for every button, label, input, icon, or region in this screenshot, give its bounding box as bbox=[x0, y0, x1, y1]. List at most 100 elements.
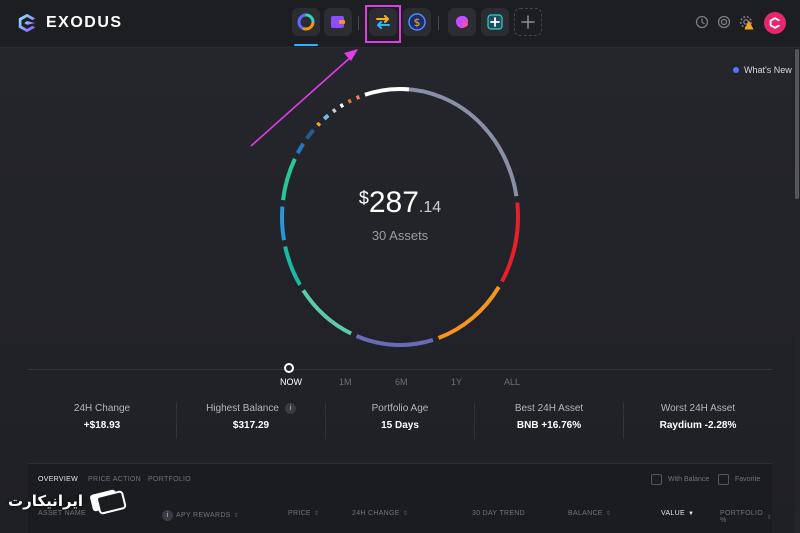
range-1m[interactable]: 1M bbox=[339, 377, 352, 387]
column-apy-rewards[interactable]: i APY REWARDS ⇕ bbox=[162, 510, 239, 521]
whats-new-label: What's New bbox=[744, 65, 792, 75]
range-6m[interactable]: 6M bbox=[395, 377, 408, 387]
sort-icon: ⇕ bbox=[313, 511, 320, 517]
column-30-day-trend: 30 DAY TREND bbox=[472, 510, 525, 517]
donut-segment[interactable] bbox=[437, 285, 501, 340]
balance-integer: 287 bbox=[368, 186, 419, 219]
column-balance[interactable]: BALANCE ⇕ bbox=[568, 510, 611, 517]
app-logo: EXODUS bbox=[16, 12, 123, 34]
nav-portfolio-button[interactable] bbox=[292, 8, 320, 36]
stat-portfolio-age: Portfolio Age 15 Days bbox=[326, 403, 474, 439]
profile-avatar-icon[interactable] bbox=[764, 12, 786, 34]
balance-timeline bbox=[28, 369, 772, 370]
portfolio-balance: $287.14 bbox=[300, 186, 500, 220]
history-icon[interactable] bbox=[694, 14, 710, 30]
warning-icon bbox=[744, 20, 754, 30]
plus-icon bbox=[521, 15, 535, 29]
donut-segment[interactable] bbox=[355, 334, 434, 347]
donut-segment[interactable] bbox=[316, 121, 322, 127]
sort-icon: ⇕ bbox=[402, 511, 409, 517]
stat-24h-change: 24H Change +$18.93 bbox=[28, 403, 176, 439]
timeline-marker[interactable] bbox=[284, 363, 294, 373]
sort-icon: ⇕ bbox=[233, 513, 239, 519]
column-label: PORTFOLIO % bbox=[720, 510, 764, 524]
with-balance-label: With Balance bbox=[668, 476, 710, 483]
watermark-card-icon bbox=[90, 489, 127, 515]
donut-segment[interactable] bbox=[301, 289, 352, 336]
stat-value: $317.29 bbox=[232, 420, 270, 431]
avatar-logo-icon bbox=[769, 17, 781, 29]
nav-earn-button[interactable]: $ bbox=[403, 8, 431, 36]
column-label: BALANCE bbox=[568, 510, 603, 517]
stat-label: Highest Balance bbox=[206, 403, 279, 414]
donut-segment[interactable] bbox=[500, 202, 520, 283]
favorite-label: Favorite bbox=[735, 476, 761, 483]
favorite-checkbox[interactable] bbox=[718, 474, 729, 485]
stat-best-24h-asset: Best 24H Asset BNB +16.76% bbox=[475, 403, 623, 439]
balance-decimal: .14 bbox=[418, 199, 442, 216]
add-app-icon bbox=[487, 14, 503, 30]
exchange-highlight-box bbox=[365, 5, 401, 43]
column-label: VALUE bbox=[661, 510, 685, 517]
column-price[interactable]: PRICE ⇕ bbox=[288, 510, 319, 517]
donut-segment[interactable] bbox=[402, 87, 519, 197]
nav-add-app-button[interactable] bbox=[481, 8, 509, 36]
info-icon[interactable]: i bbox=[284, 403, 296, 414]
stat-worst-24h-asset: Worst 24H Asset Raydium -2.28% bbox=[624, 403, 772, 439]
stat-label: 24H Change bbox=[73, 403, 131, 414]
balance-currency: $ bbox=[358, 188, 369, 208]
column-value[interactable]: VALUE ▼ bbox=[661, 510, 694, 517]
donut-segment[interactable] bbox=[355, 94, 361, 100]
sort-desc-icon: ▼ bbox=[687, 510, 695, 517]
active-nav-indicator bbox=[294, 44, 318, 46]
nav-add-more-button[interactable] bbox=[514, 8, 542, 36]
wallet-icon bbox=[331, 16, 345, 28]
stat-value: 15 Days bbox=[381, 420, 419, 431]
with-balance-checkbox[interactable] bbox=[651, 474, 662, 485]
donut-segment[interactable] bbox=[280, 206, 286, 241]
watermark: ایرانیکارت bbox=[8, 480, 148, 522]
range-now[interactable]: NOW bbox=[280, 377, 302, 387]
stat-value: BNB +16.76% bbox=[516, 420, 582, 431]
stat-label: Worst 24H Asset bbox=[660, 403, 736, 414]
tab-portfolio[interactable]: PORTFOLIO bbox=[148, 476, 191, 483]
stat-label: Best 24H Asset bbox=[514, 403, 584, 414]
stat-value: Raydium -2.28% bbox=[659, 420, 737, 431]
info-icon[interactable]: i bbox=[162, 510, 173, 521]
watermark-text: ایرانیکارت bbox=[8, 493, 84, 510]
range-1y[interactable]: 1Y bbox=[451, 377, 462, 387]
range-all[interactable]: ALL bbox=[504, 377, 520, 387]
exodus-logo-icon bbox=[18, 13, 36, 33]
whats-new-dot-icon bbox=[733, 67, 739, 73]
column-label: PRICE bbox=[288, 510, 311, 517]
donut-segment[interactable] bbox=[283, 246, 302, 286]
portfolio-ring-icon bbox=[297, 13, 315, 31]
donut-segment[interactable] bbox=[347, 98, 352, 104]
portfolio-stats: 24H Change +$18.93 Highest Balance i $317… bbox=[28, 403, 772, 439]
asset-count: 30 Assets bbox=[371, 228, 429, 243]
column-24h-change[interactable]: 24H CHANGE ⇕ bbox=[352, 510, 408, 517]
nav-wallet-button[interactable] bbox=[324, 8, 352, 36]
donut-segment[interactable] bbox=[331, 108, 337, 114]
sort-icon: ⇕ bbox=[766, 514, 772, 521]
column-label: APY REWARDS bbox=[176, 512, 231, 519]
column-label: 30 DAY TREND bbox=[472, 510, 526, 517]
column-portfolio-percent[interactable]: PORTFOLIO % ⇕ bbox=[720, 510, 772, 524]
restore-icon[interactable] bbox=[716, 14, 732, 30]
top-bar: EXODUS $ bbox=[0, 0, 800, 48]
nav-apps-button[interactable] bbox=[448, 8, 476, 36]
stat-value: +$18.93 bbox=[83, 420, 121, 431]
donut-segment[interactable] bbox=[322, 113, 330, 121]
donut-segment[interactable] bbox=[305, 128, 316, 140]
scrollbar[interactable] bbox=[795, 49, 799, 199]
app-name: EXODUS bbox=[46, 14, 123, 31]
sort-icon: ⇕ bbox=[605, 511, 612, 517]
donut-segment[interactable] bbox=[339, 103, 345, 109]
donut-segment[interactable] bbox=[364, 87, 410, 97]
dollar-coin-icon: $ bbox=[408, 13, 426, 31]
whats-new-link[interactable]: What's New bbox=[733, 65, 792, 75]
nav-divider bbox=[358, 16, 359, 30]
donut-segment[interactable] bbox=[295, 142, 305, 155]
donut-segment[interactable] bbox=[281, 158, 297, 201]
nav-divider bbox=[438, 16, 439, 30]
